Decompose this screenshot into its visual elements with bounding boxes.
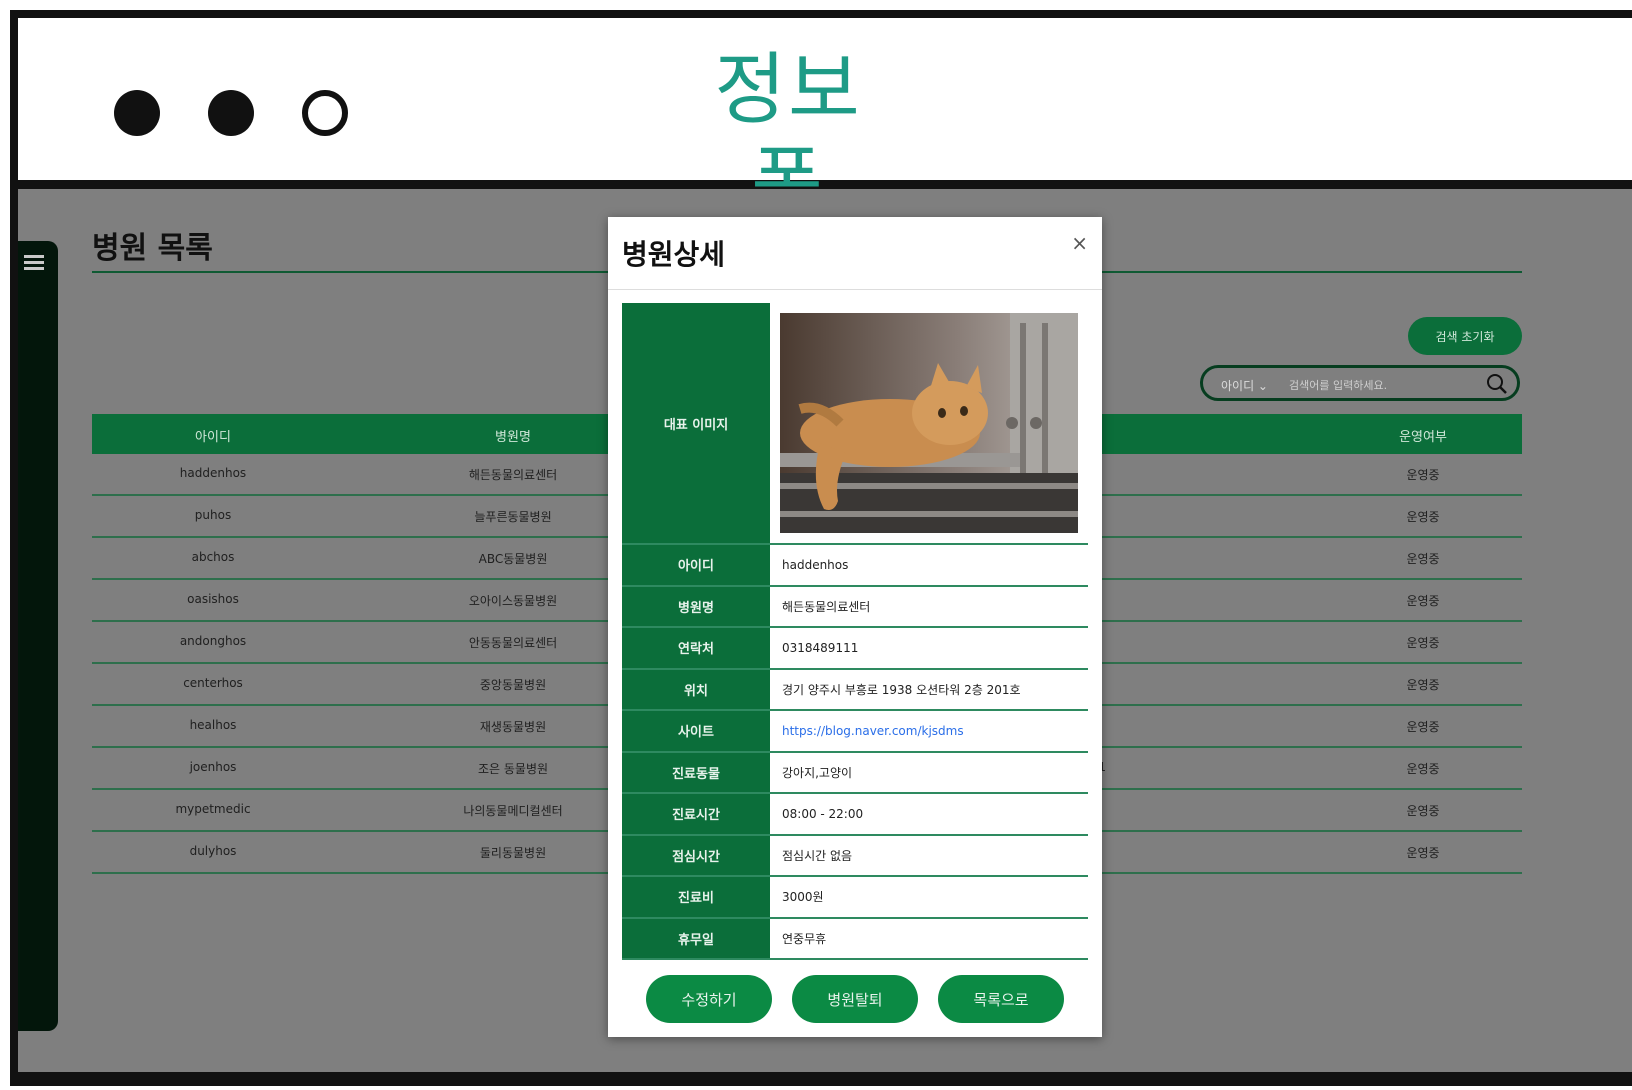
cell-status: 운영중 [1406,762,1440,776]
window-dot-filled-1 [114,90,160,136]
cell-status: 운영중 [1406,678,1440,692]
detail-value: 3000원 [770,876,1088,919]
cell-name: ABC동물병원 [478,552,548,566]
cell-id: abchos [191,550,235,564]
detail-label: 대표 이미지 [622,303,770,545]
detail-label: 병원명 [622,585,770,628]
detail-table: 대표 이미지 아이디 haddenhos 병원명 해든동물의료센터 연락처 03… [622,303,1088,960]
cell-id: andonghos [179,634,247,648]
detail-value: 점심시간 없음 [770,834,1088,877]
column-header-status: 운영여부 [1399,430,1447,445]
column-header-id: 아이디 [195,430,231,445]
cat-photo [780,313,1078,533]
detail-label: 진료시간 [622,793,770,836]
detail-row: 연락처 0318489111 [622,627,1088,670]
detail-label: 아이디 [622,544,770,587]
cell-name: 늘푸른동물병원 [474,510,552,524]
cell-status: 운영중 [1406,804,1440,818]
detail-row: 점심시간 점심시간 없음 [622,834,1088,877]
cell-id: joenhos [189,760,237,774]
cell-status: 운영중 [1406,846,1440,860]
app-content: 병원 목록 검색 초기화 아이디 ⌄ 아이디 병원명 운영여부 haddenho… [18,189,1632,1078]
close-icon[interactable]: × [1071,231,1088,255]
search-bar: 아이디 ⌄ [1200,365,1520,401]
edit-button[interactable]: 수정하기 [646,975,772,1023]
detail-row: 휴무일 연중무휴 [622,917,1088,960]
detail-label: 진료비 [622,876,770,919]
cell-id: puhos [194,508,232,522]
detail-row: 사이트 https://blog.naver.com/kjsdms [622,710,1088,753]
detail-label: 사이트 [622,710,770,753]
detail-value: 0318489111 [770,627,1088,670]
cell-name: 안동동물의료센터 [468,636,558,650]
detail-value: haddenhos [770,544,1088,587]
detail-value-link-cell: https://blog.naver.com/kjsdms [770,710,1088,753]
detail-value: 강아지,고양이 [770,751,1088,794]
detail-label: 진료동물 [622,751,770,794]
detail-row: 진료시간 08:00 - 22:00 [622,793,1088,836]
search-input[interactable] [1287,374,1481,396]
cell-status: 운영중 [1406,636,1440,650]
detail-row-image: 대표 이미지 [622,303,1088,545]
detail-value: 해든동물의료센터 [770,585,1088,628]
withdraw-button[interactable]: 병원탈퇴 [792,975,918,1023]
cell-id: centerhos [183,676,243,690]
cell-id: haddenhos [179,466,247,480]
page-title: 병원 목록 [92,231,213,266]
detail-value: 08:00 - 22:00 [770,793,1088,836]
cell-status: 운영중 [1406,594,1440,608]
detail-label: 휴무일 [622,917,770,960]
cell-status: 운영중 [1406,552,1440,566]
search-icon[interactable] [1485,372,1509,396]
cell-id: healhos [189,718,237,732]
back-to-list-button[interactable]: 목록으로 [938,975,1064,1023]
detail-row: 진료동물 강아지,고양이 [622,751,1088,794]
modal-title: 병원상세 [622,238,726,271]
window-frame: 정보폼 병원 목록 검색 초기화 아이디 ⌄ 아이디 병원명 운영여부 ha [10,10,1632,1086]
cell-name: 해든동물의료센터 [468,468,558,482]
detail-value: 연중무휴 [770,917,1088,960]
sidebar [18,241,58,1031]
modal-divider [608,289,1102,290]
cell-name: 오아이스동물병원 [468,594,558,608]
detail-row: 병원명 해든동물의료센터 [622,585,1088,628]
cell-id: mypetmedic [175,802,251,816]
site-link[interactable]: https://blog.naver.com/kjsdms [782,724,964,738]
window-dot-filled-2 [208,90,254,136]
detail-row: 진료비 3000원 [622,876,1088,919]
cell-status: 운영중 [1406,510,1440,524]
hamburger-icon[interactable] [24,255,44,273]
cell-name: 조은 동물병원 [477,762,549,776]
cell-id: oasishos [187,592,239,606]
detail-row: 아이디 haddenhos [622,544,1088,587]
cell-name: 나의동물메디컬센터 [463,804,563,818]
cell-name: 둘리동물병원 [479,846,547,860]
detail-row: 위치 경기 양주시 부흥로 1938 오션타워 2층 201호 [622,668,1088,711]
column-header-name: 병원명 [495,430,531,445]
cell-name: 재생동물병원 [479,720,547,734]
window-dot-hollow [302,90,348,136]
detail-label: 연락처 [622,627,770,670]
cell-status: 운영중 [1406,468,1440,482]
title-bar: 정보폼 [18,18,1632,229]
search-filter-select[interactable]: 아이디 ⌄ [1221,377,1268,394]
cell-status: 운영중 [1406,720,1440,734]
reset-search-button[interactable]: 검색 초기화 [1408,317,1522,355]
detail-label: 위치 [622,668,770,711]
cell-id: dulyhos [189,844,237,858]
detail-label: 점심시간 [622,834,770,877]
bottom-border [18,1072,1632,1078]
detail-value: 경기 양주시 부흥로 1938 오션타워 2층 201호 [770,668,1088,711]
cell-name: 중앙동물병원 [479,678,547,692]
hospital-detail-modal: 병원상세 × 대표 이미지 아이디 haddenhos 병원명 해든동물의료센터… [608,217,1102,1037]
detail-image-cell [770,303,1088,545]
